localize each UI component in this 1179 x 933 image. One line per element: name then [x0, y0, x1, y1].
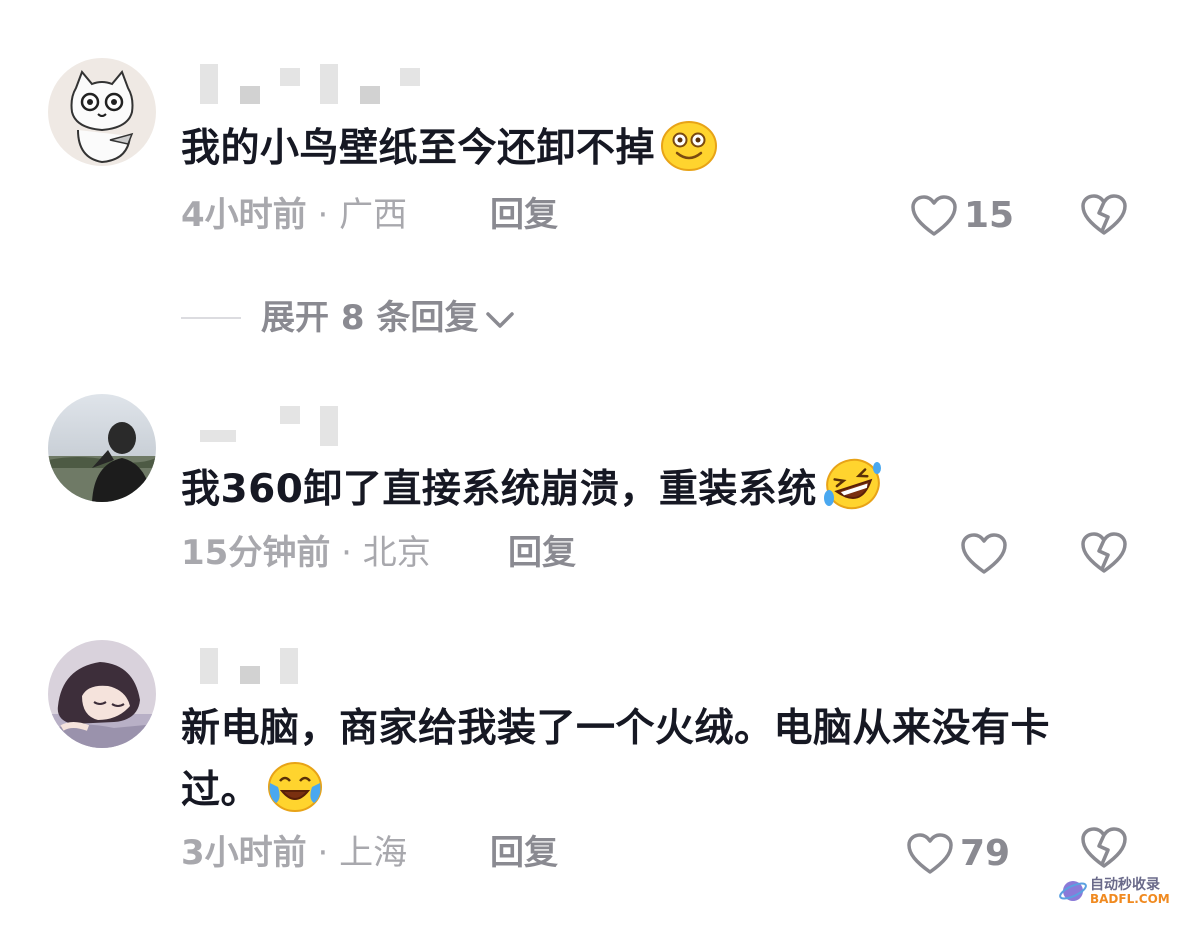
divider	[181, 317, 241, 319]
comment-location: 上海	[339, 833, 408, 873]
avatar[interactable]	[48, 58, 156, 166]
comment-item: 新电脑，商家给我装了一个火绒。电脑从来没有卡过。 3小时前 · 上海 回复 79	[0, 620, 1179, 910]
grinning-face-emoji	[661, 121, 718, 190]
reply-button[interactable]: 回复	[490, 830, 558, 876]
meta-separator: ·	[317, 833, 329, 873]
watermark-line2: BADFL.COM	[1090, 892, 1170, 906]
photo-person-avatar	[48, 394, 156, 502]
planet-logo-icon	[1059, 881, 1087, 901]
like-button[interactable]: 15	[910, 192, 1014, 238]
heart-outline-icon	[961, 533, 1007, 574]
rolling-on-floor-laughing-emoji	[823, 456, 883, 531]
reply-button[interactable]: 回复	[490, 192, 558, 238]
comment-meta: 4小时前 · 广西	[181, 192, 407, 238]
broken-heart-icon	[1081, 827, 1127, 868]
comment-item: 我360卸了直接系统崩溃，重装系统 15分钟前 · 北京 回复	[0, 380, 1179, 600]
watermark-line1: 自动秒收录	[1090, 877, 1160, 893]
heart-outline-icon	[907, 833, 953, 874]
comment-meta: 3小时前 · 上海	[181, 830, 407, 876]
comment-location: 北京	[362, 533, 431, 573]
avatar[interactable]	[48, 640, 156, 748]
username-redacted[interactable]	[195, 404, 355, 448]
dislike-button[interactable]	[1080, 193, 1128, 241]
username-redacted[interactable]	[195, 644, 305, 688]
comment-text: 我360卸了直接系统崩溃，重装系统	[181, 456, 1101, 531]
anime-sleeping-avatar	[48, 640, 156, 748]
chevron-down-icon	[486, 311, 515, 328]
comment-time: 15分钟前	[181, 533, 331, 573]
meta-separator: ·	[341, 533, 352, 573]
like-count: 15	[964, 195, 1015, 236]
comment-text: 我的小鸟壁纸至今还卸不掉	[181, 118, 1101, 190]
cartoon-cat-avatar	[48, 58, 156, 166]
reply-button[interactable]: 回复	[508, 530, 576, 576]
meta-separator: ·	[317, 195, 329, 235]
tears-of-joy-emoji	[266, 761, 324, 832]
dislike-button[interactable]	[1080, 531, 1128, 579]
avatar[interactable]	[48, 394, 156, 502]
broken-heart-icon	[1081, 194, 1127, 235]
comment-text: 新电脑，商家给我装了一个火绒。电脑从来没有卡过。	[181, 698, 1101, 832]
watermark: 自动秒收录 BADFL.COM	[1058, 872, 1173, 912]
like-button[interactable]: 79	[906, 830, 1010, 876]
comment-time: 4小时前	[181, 195, 307, 235]
comment-location: 广西	[339, 195, 408, 235]
comment-meta: 15分钟前 · 北京	[181, 530, 431, 576]
broken-heart-icon	[1081, 532, 1127, 573]
username-redacted[interactable]	[195, 64, 425, 108]
like-button[interactable]	[960, 530, 1008, 576]
expand-replies-label: 展开 8 条回复	[261, 298, 479, 338]
dislike-button[interactable]	[1080, 826, 1128, 874]
expand-replies-button[interactable]: 展开 8 条回复	[261, 293, 516, 343]
like-count: 79	[960, 833, 1011, 874]
comment-time: 3小时前	[181, 833, 307, 873]
comment-text-content: 我360卸了直接系统崩溃，重装系统	[181, 467, 817, 512]
comment-item: 我的小鸟壁纸至今还卸不掉 4小时前 · 广西 回复 15	[0, 0, 1179, 290]
heart-outline-icon	[911, 195, 957, 236]
comment-text-content: 我的小鸟壁纸至今还卸不掉	[181, 126, 656, 171]
